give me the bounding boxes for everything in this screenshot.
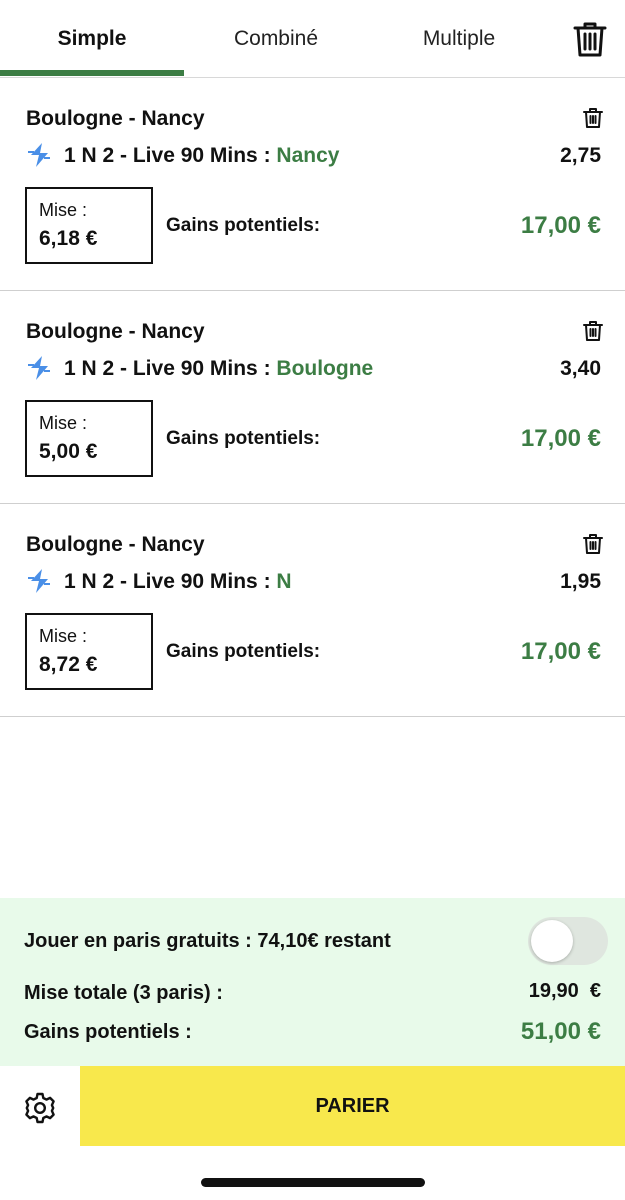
stake-label: Mise : <box>39 626 88 646</box>
tab-simple[interactable]: Simple <box>0 0 184 78</box>
potential-gains-label: Gains potentiels : <box>24 1021 192 1043</box>
stake-input[interactable]: Mise : 6,18 € <box>25 187 153 264</box>
stake-value: 8,72 € <box>39 653 98 676</box>
lightning-icon <box>28 356 50 380</box>
gains-label: Gains potentiels: <box>166 428 321 449</box>
stake-label: Mise : <box>39 200 88 220</box>
home-indicator[interactable] <box>201 1178 425 1187</box>
bet-market: 1 N 2 - Live 90 Mins : N <box>64 570 292 594</box>
lightning-icon <box>28 569 50 593</box>
free-bets-toggle[interactable] <box>528 917 608 965</box>
bet-match: Boulogne - Nancy <box>26 320 205 343</box>
bet-selection: Nancy <box>276 144 340 167</box>
bet-selection: Boulogne <box>276 357 374 380</box>
bet-card: Boulogne - Nancy 1 N 2 - Live 90 Mins : … <box>0 504 625 717</box>
stake-input[interactable]: Mise : 5,00 € <box>25 400 153 477</box>
bet-market: 1 N 2 - Live 90 Mins : Boulogne <box>64 357 373 381</box>
tab-multiple[interactable]: Multiple <box>368 0 550 78</box>
bet-odds: 3,40 <box>560 357 601 380</box>
total-stake-label: Mise totale (3 paris) : <box>24 982 223 1004</box>
bet-match: Boulogne - Nancy <box>26 533 205 556</box>
lightning-icon <box>28 143 50 167</box>
tab-combine[interactable]: Combiné <box>184 0 368 78</box>
bet-market: 1 N 2 - Live 90 Mins : Nancy <box>64 144 339 168</box>
trash-icon[interactable] <box>582 107 604 129</box>
gains-label: Gains potentiels: <box>166 641 321 662</box>
bet-odds: 2,75 <box>560 144 601 167</box>
stake-value: 5,00 € <box>39 440 98 463</box>
bet-card: Boulogne - Nancy 1 N 2 - Live 90 Mins : … <box>0 78 625 291</box>
gear-icon[interactable] <box>24 1092 56 1124</box>
bet-match: Boulogne - Nancy <box>26 107 205 130</box>
stake-input[interactable]: Mise : 8,72 € <box>25 613 153 690</box>
free-bets-label: Jouer en paris gratuits : 74,10€ restant <box>24 930 391 952</box>
total-stake-value: 19,90 € <box>528 980 601 1002</box>
active-tab-indicator <box>0 70 184 76</box>
trash-icon[interactable] <box>582 320 604 342</box>
bet-summary: Jouer en paris gratuits : 74,10€ restant… <box>0 898 625 1066</box>
trash-icon[interactable] <box>582 533 604 555</box>
gains-value: 17,00 € <box>520 212 601 239</box>
trash-icon[interactable] <box>572 20 608 58</box>
market-name: 1 N 2 - Live 90 Mins : <box>64 357 277 380</box>
stake-value: 6,18 € <box>39 227 98 250</box>
stake-label: Mise : <box>39 413 88 433</box>
market-name: 1 N 2 - Live 90 Mins : <box>64 144 277 167</box>
potential-gains-value: 51,00 € <box>520 1018 601 1045</box>
gains-label: Gains potentiels: <box>166 215 321 236</box>
footer: PARIER <box>0 1066 625 1146</box>
bet-type-tabs: Simple Combiné Multiple <box>0 0 625 78</box>
toggle-knob <box>531 920 573 962</box>
bet-selection: N <box>276 570 292 593</box>
bet-card: Boulogne - Nancy 1 N 2 - Live 90 Mins : … <box>0 291 625 504</box>
market-name: 1 N 2 - Live 90 Mins : <box>64 570 277 593</box>
gains-value: 17,00 € <box>520 638 601 665</box>
gains-value: 17,00 € <box>520 425 601 452</box>
bet-odds: 1,95 <box>560 570 601 593</box>
place-bet-button[interactable]: PARIER <box>80 1066 625 1146</box>
